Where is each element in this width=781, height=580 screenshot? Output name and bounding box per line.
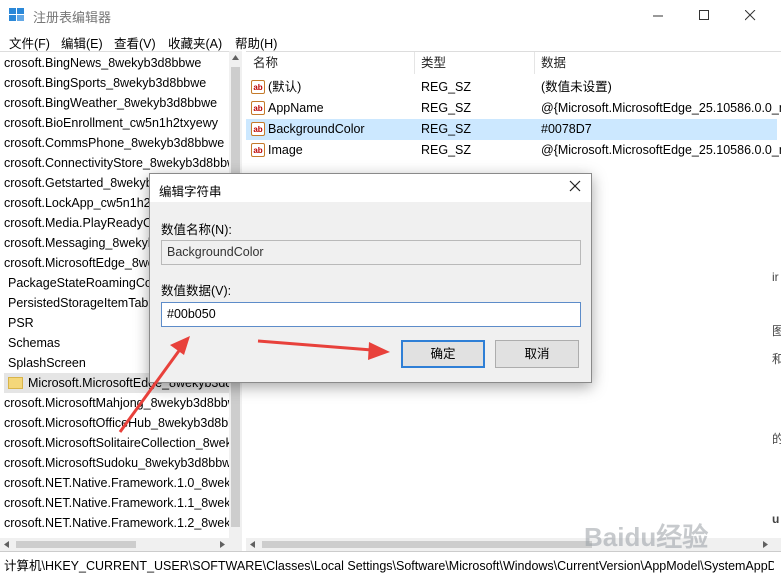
annotation-arrows xyxy=(118,336,390,433)
baidu-watermark: Baidu经验 xyxy=(582,512,732,572)
arrow-to-data-field xyxy=(118,336,190,433)
baidu-paw-logo: Baidu经验 xyxy=(584,522,708,552)
arrow-to-ok-button xyxy=(257,339,390,360)
watermark-text: Baidu经验 xyxy=(584,522,708,552)
